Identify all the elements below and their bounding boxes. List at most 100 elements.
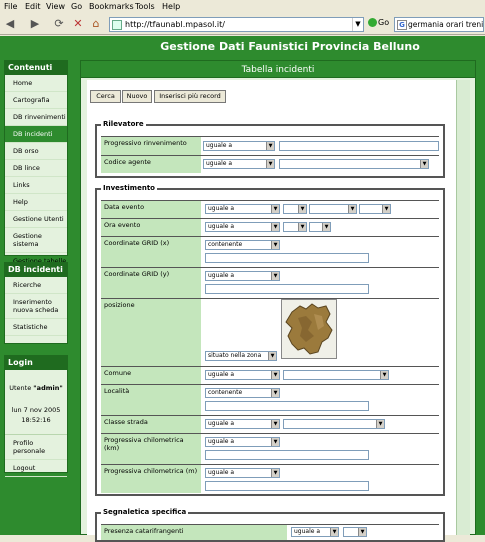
url-input[interactable]: http://tfaunabl.mpasol.it/ ▼ <box>109 17 364 32</box>
codice-agente-op-select[interactable]: uguale a <box>203 159 275 169</box>
sidebar-item-gestione-utenti[interactable]: Gestione Utenti <box>5 211 67 228</box>
classe-strada-select[interactable] <box>283 419 385 429</box>
forward-icon[interactable]: ▶ <box>28 17 42 31</box>
localita-input[interactable] <box>205 401 369 411</box>
ora-evento-op-select[interactable]: uguale a <box>205 222 280 232</box>
province-map-image[interactable] <box>281 299 337 359</box>
localita-op-select[interactable]: contenente <box>205 388 280 398</box>
sidebar-login-title: Login <box>5 356 67 370</box>
label-progressivo: Progressivo rinvenimento <box>101 137 201 155</box>
prog-km-op-select[interactable]: uguale a <box>205 437 280 447</box>
search-input[interactable]: Ggermania orari treni <box>394 17 484 32</box>
sidebar-item-gestione-sistema[interactable]: Gestione sistema <box>5 228 67 253</box>
row-grid-y: Coordinate GRID (y) uguale a <box>101 267 439 298</box>
label-classe-strada: Classe strada <box>101 416 201 433</box>
prog-m-op-select[interactable]: uguale a <box>205 468 280 478</box>
data-evento-op-select[interactable]: uguale a <box>205 204 280 214</box>
comune-select[interactable] <box>283 370 389 380</box>
login-user: Utente "admin" <box>5 370 67 392</box>
reload-icon[interactable]: ⟳ <box>52 17 66 31</box>
label-localita: Località <box>101 385 201 415</box>
scrollbar[interactable] <box>456 80 470 535</box>
sidebar-item-profilo[interactable]: Profilo personale <box>5 434 67 460</box>
sidebar-db-incidenti-title: DB incidenti <box>5 263 67 277</box>
label-prog-km: Progressiva chilometrica (km) <box>101 434 201 464</box>
catarifrangenti-select[interactable] <box>343 527 367 537</box>
province-map-shape-icon <box>285 303 333 355</box>
sidebar-item-db-orso[interactable]: DB orso <box>5 143 67 160</box>
label-comune: Comune <box>101 367 201 384</box>
sidebar-item-db-lince[interactable]: DB lince <box>5 160 67 177</box>
label-posizione: posizione <box>101 299 201 366</box>
sidebar-item-inserimento[interactable]: Inserimento nuova scheda <box>5 294 67 319</box>
grid-x-input[interactable] <box>205 253 369 263</box>
login-date: lun 7 nov 2005 <box>11 406 61 414</box>
data-evento-day-select[interactable] <box>283 204 307 214</box>
sidebar-item-logout[interactable]: Logout <box>5 460 67 477</box>
inserisci-button[interactable]: Inserisci più record <box>154 90 226 103</box>
classe-strada-op-select[interactable]: uguale a <box>205 419 280 429</box>
grid-y-op-select[interactable]: uguale a <box>205 271 280 281</box>
login-user-name: "admin" <box>33 384 63 392</box>
ora-evento-hour-select[interactable] <box>283 222 307 232</box>
row-classe-strada: Classe strada uguale a <box>101 415 439 433</box>
sidebar-item-db-incidenti[interactable]: DB incidenti <box>5 126 67 143</box>
cerca-button[interactable]: Cerca <box>90 90 121 103</box>
rilevatore-fieldset: Rilevatore Progressivo rinvenimento ugua… <box>95 120 445 178</box>
sidebar-item-ricerche[interactable]: Ricerche <box>5 277 67 294</box>
sidebar-item-cartografia[interactable]: Cartografia <box>5 92 67 109</box>
sidebar-contenuti: Contenuti Home Cartografia DB rinvenimen… <box>4 60 68 278</box>
row-ora-evento: Ora evento uguale a <box>101 218 439 236</box>
ora-evento-minute-select[interactable] <box>309 222 331 232</box>
url-dropdown-icon[interactable]: ▼ <box>352 18 363 31</box>
menu-tools[interactable]: Tools <box>135 2 155 11</box>
data-evento-month-select[interactable] <box>309 204 357 214</box>
search-value: germania orari treni <box>408 20 484 29</box>
posizione-op-select[interactable]: situato nella zona <box>205 351 277 361</box>
sidebar-login: Login Utente "admin" lun 7 nov 2005 18:5… <box>4 355 68 477</box>
back-icon[interactable]: ◀ <box>3 17 17 31</box>
url-text: http://tfaunabl.mpasol.it/ <box>125 20 225 29</box>
go-label: Go <box>378 18 390 27</box>
progressivo-input[interactable] <box>279 141 439 151</box>
go-button[interactable]: Go <box>368 18 389 27</box>
row-prog-m: Progressiva chilometrica (m) uguale a <box>101 464 439 493</box>
progressivo-op-select[interactable]: uguale a <box>203 141 275 151</box>
row-prog-km: Progressiva chilometrica (km) uguale a <box>101 433 439 464</box>
menu-help[interactable]: Help <box>162 2 180 11</box>
rilevatore-legend: Rilevatore <box>101 120 146 128</box>
go-icon <box>368 18 377 27</box>
sidebar-item-home[interactable]: Home <box>5 75 67 92</box>
investimento-legend: Investimento <box>101 184 157 192</box>
stop-icon[interactable]: ✕ <box>71 17 85 31</box>
nuovo-button[interactable]: Nuovo <box>122 90 152 103</box>
sidebar-item-help[interactable]: Help <box>5 194 67 211</box>
sidebar-item-db-rinvenimenti[interactable]: DB rinvenimenti <box>5 109 67 126</box>
codice-agente-select[interactable] <box>279 159 429 169</box>
home-icon[interactable]: ⌂ <box>89 17 103 31</box>
grid-y-input[interactable] <box>205 284 369 294</box>
menu-bookmarks[interactable]: Bookmarks <box>89 2 134 11</box>
row-localita: Località contenente <box>101 384 439 415</box>
label-data-evento: Data evento <box>101 201 201 218</box>
label-ora-evento: Ora evento <box>101 219 201 236</box>
menu-file[interactable]: File <box>4 2 17 11</box>
label-catarifrangenti: Presenza catarifrangenti <box>101 525 287 540</box>
browser-menubar: File Edit View Go Bookmarks Tools Help <box>0 0 485 13</box>
catarifrangenti-op-select[interactable]: uguale a <box>291 527 339 537</box>
prog-km-input[interactable] <box>205 450 369 460</box>
comune-op-select[interactable]: uguale a <box>205 370 280 380</box>
investimento-fieldset: Investimento Data evento uguale a Ora ev… <box>95 184 445 496</box>
menu-view[interactable]: View <box>46 2 65 11</box>
menu-edit[interactable]: Edit <box>25 2 41 11</box>
sidebar-item-statistiche[interactable]: Statistiche <box>5 319 67 336</box>
google-icon: G <box>397 20 407 30</box>
sidebar-item-links[interactable]: Links <box>5 177 67 194</box>
row-comune: Comune uguale a <box>101 366 439 384</box>
data-evento-year-select[interactable] <box>359 204 391 214</box>
login-user-prefix: Utente <box>9 384 34 392</box>
grid-x-op-select[interactable]: contenente <box>205 240 280 250</box>
menu-go[interactable]: Go <box>71 2 82 11</box>
prog-m-input[interactable] <box>205 481 369 491</box>
label-prog-m: Progressiva chilometrica (m) <box>101 465 201 493</box>
